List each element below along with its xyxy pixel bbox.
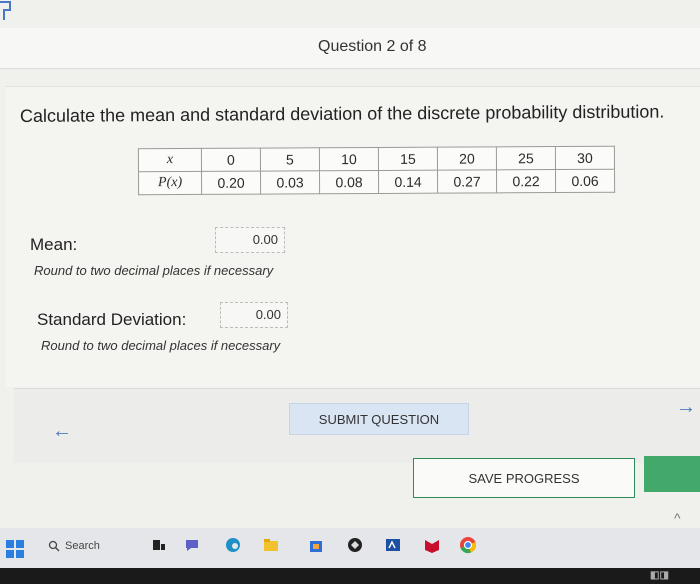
forward-arrow-icon[interactable]: → bbox=[676, 396, 696, 419]
sd-label: Standard Deviation: bbox=[37, 310, 187, 329]
search-icon bbox=[48, 540, 60, 552]
sd-input[interactable]: 0.00 bbox=[220, 302, 288, 328]
p-value: 0.14 bbox=[378, 170, 438, 194]
app-icon-2[interactable] bbox=[384, 536, 402, 554]
mean-label: Mean: bbox=[30, 235, 78, 254]
mean-hint: Round to two decimal places if necessary bbox=[34, 263, 274, 278]
p-value: 0.06 bbox=[555, 169, 615, 193]
search-label: Search bbox=[65, 540, 100, 552]
taskbar-search[interactable]: Search bbox=[48, 535, 138, 557]
save-progress-button[interactable]: SAVE PROGRESS bbox=[413, 458, 635, 498]
edge-icon[interactable] bbox=[224, 536, 242, 554]
x-value: 30 bbox=[555, 146, 615, 170]
table-row: x 0 5 10 15 20 25 30 bbox=[138, 146, 615, 172]
windows-start-icon[interactable] bbox=[6, 540, 24, 558]
mcafee-icon[interactable] bbox=[423, 536, 441, 554]
chrome-icon[interactable] bbox=[459, 536, 477, 554]
task-view-icon[interactable] bbox=[150, 536, 168, 554]
chevron-up-icon[interactable]: ^ bbox=[674, 510, 681, 526]
x-header: x bbox=[138, 148, 202, 172]
back-arrow-icon[interactable]: ← bbox=[52, 420, 72, 443]
file-explorer-icon[interactable] bbox=[262, 536, 280, 554]
submit-question-button[interactable]: SUBMIT QUESTION bbox=[289, 403, 469, 435]
app-icon[interactable] bbox=[346, 536, 364, 554]
store-icon[interactable] bbox=[307, 536, 325, 554]
x-value: 10 bbox=[319, 147, 379, 171]
sd-hint: Round to two decimal places if necessary bbox=[41, 338, 281, 353]
x-value: 15 bbox=[378, 147, 438, 171]
p-value: 0.08 bbox=[319, 170, 379, 194]
question-counter: Question 2 of 8 bbox=[318, 38, 427, 55]
distribution-table: x 0 5 10 15 20 25 30 P(x) 0.20 0.03 0.08… bbox=[137, 145, 616, 196]
next-button[interactable] bbox=[644, 456, 700, 492]
window-corner-icon bbox=[0, 1, 11, 20]
mean-input[interactable]: 0.00 bbox=[215, 227, 285, 253]
problem-prompt: Calculate the mean and standard deviatio… bbox=[19, 101, 665, 126]
p-value: 0.20 bbox=[201, 171, 261, 195]
p-header: P(x) bbox=[138, 171, 202, 195]
chat-icon[interactable] bbox=[183, 536, 201, 554]
table-row: P(x) 0.20 0.03 0.08 0.14 0.27 0.22 0.06 bbox=[138, 169, 615, 195]
dolby-logo: ◧◨ bbox=[650, 570, 669, 581]
p-value: 0.03 bbox=[260, 170, 320, 195]
p-value: 0.27 bbox=[437, 169, 497, 194]
x-value: 5 bbox=[260, 147, 320, 172]
monitor-bezel bbox=[0, 568, 700, 584]
x-value: 0 bbox=[201, 148, 261, 172]
x-value: 25 bbox=[496, 146, 556, 170]
p-value: 0.22 bbox=[496, 169, 556, 193]
x-value: 20 bbox=[437, 146, 497, 171]
